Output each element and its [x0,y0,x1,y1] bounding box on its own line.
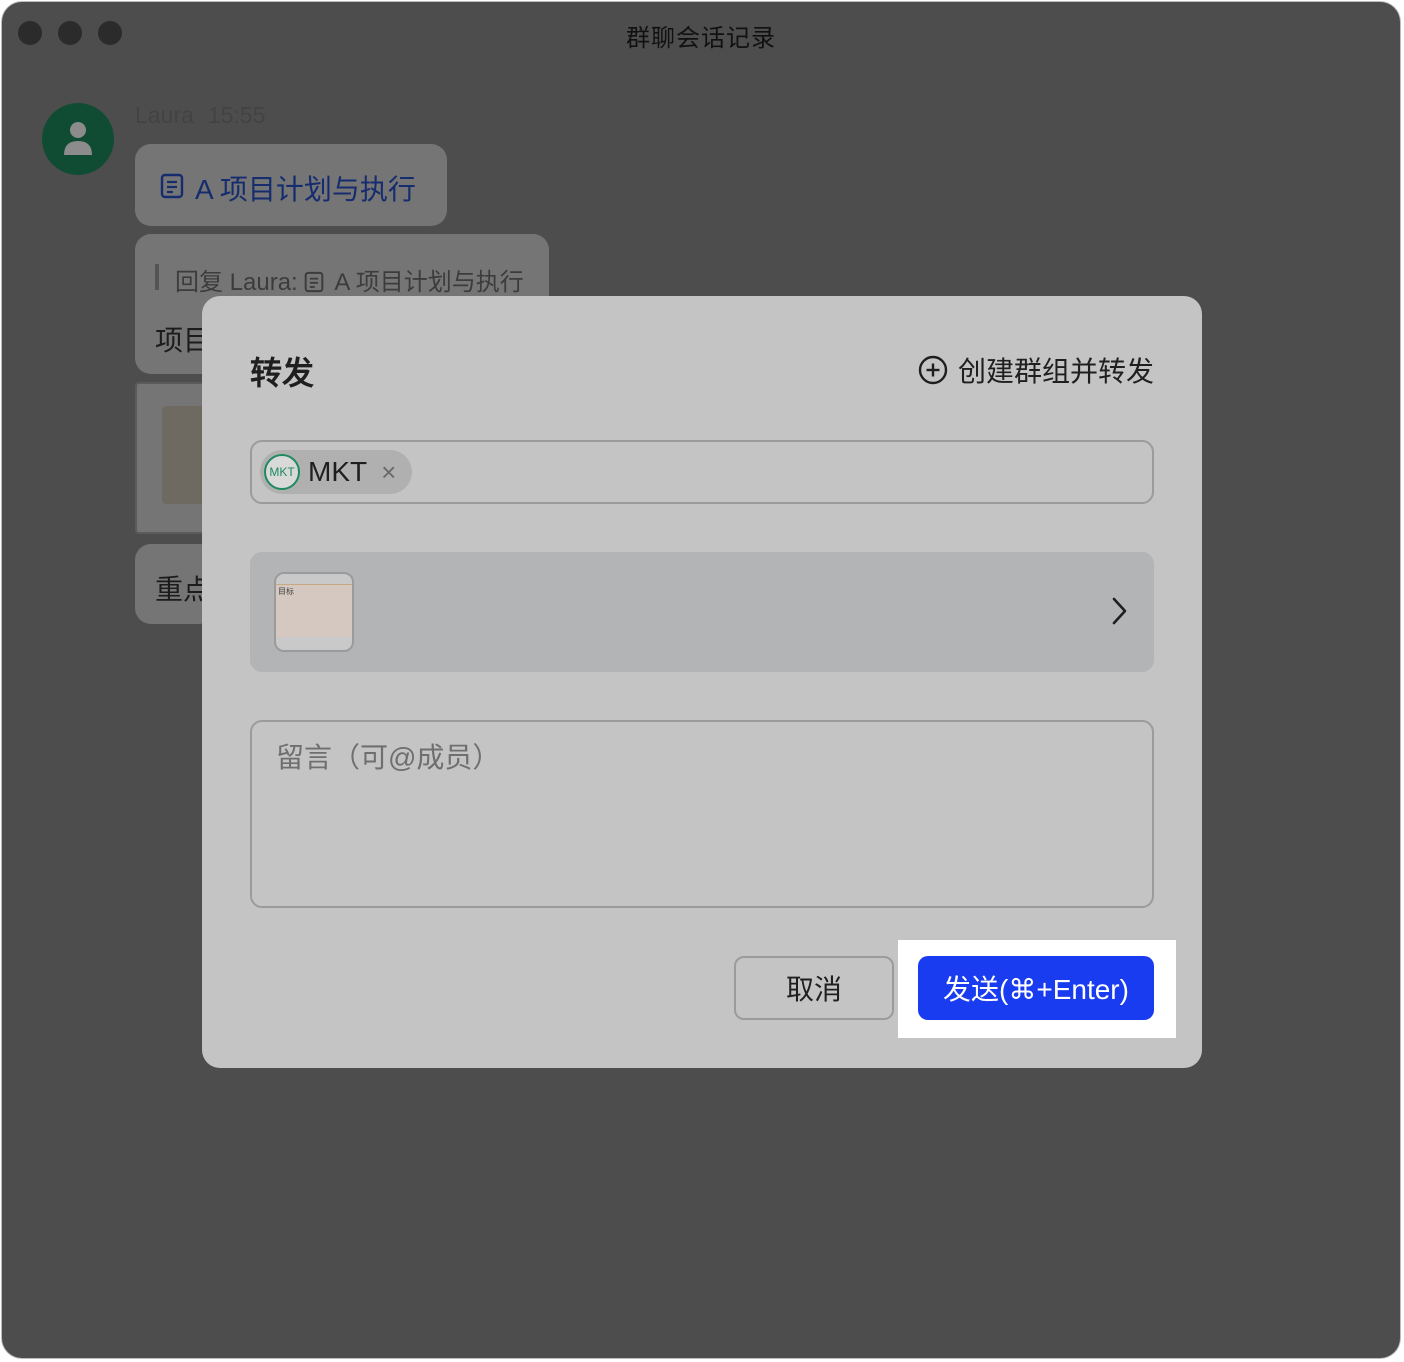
recipient-field[interactable]: MKT MKT × [250,440,1154,504]
recipient-name: MKT [308,456,368,487]
recipient-chip[interactable]: MKT MKT × [260,450,413,494]
close-icon[interactable]: × [381,459,396,485]
chat-history-window: 群聊会话记录 Laura 15:55 A 项目计划与执行 回复 Laura: A … [2,2,1400,1358]
message-field[interactable] [250,720,1154,908]
create-group-label: 创建群组并转发 [957,356,1154,387]
plus-circle-icon [918,355,948,385]
send-button[interactable]: 发送(⌘+Enter) [918,956,1154,1020]
chevron-right-icon [1112,597,1127,625]
message-input[interactable] [252,722,1152,906]
create-group-forward-button[interactable]: 创建群组并转发 [918,350,1154,390]
preview-thumbnail-text: 目标 [278,587,294,596]
preview-thumbnail: 目标 [274,572,354,652]
forward-content-preview[interactable]: 目标 [250,552,1154,672]
cancel-button[interactable]: 取消 [734,956,894,1020]
dialog-title: 转发 [250,355,315,391]
recipient-avatar: MKT [264,454,300,490]
